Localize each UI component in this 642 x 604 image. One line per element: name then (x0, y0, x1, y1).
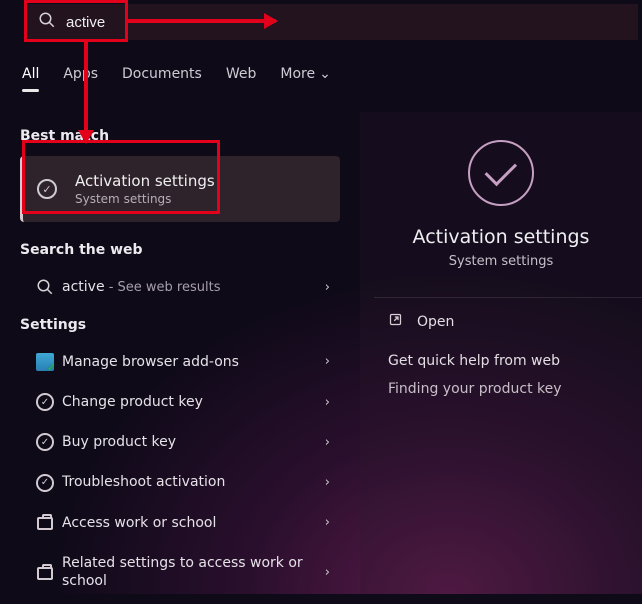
open-label: Open (417, 314, 454, 330)
settings-item[interactable]: Related settings to access work or schoo… (20, 546, 340, 598)
settings-item-label: Change product key (62, 393, 325, 411)
search-input[interactable] (66, 14, 638, 31)
help-header: Get quick help from web (360, 345, 642, 381)
details-panel: Activation settings System settings Open… (360, 112, 642, 594)
chevron-right-icon: › (325, 435, 330, 450)
tab-web[interactable]: Web (226, 66, 257, 92)
open-action[interactable]: Open (360, 298, 642, 345)
check-circle-large-icon (468, 140, 534, 206)
chevron-down-icon: ⌄ (319, 66, 331, 82)
filter-tabs: All Apps Documents Web More⌄ (22, 66, 642, 92)
settings-item[interactable]: Access work or school› (20, 506, 340, 540)
search-icon (38, 11, 56, 33)
settings-item[interactable]: Manage browser add-ons› (20, 345, 340, 379)
settings-item-label: Access work or school (62, 514, 325, 532)
briefcase-icon (37, 517, 53, 530)
settings-header: Settings (20, 317, 340, 333)
tab-more[interactable]: More⌄ (280, 66, 330, 92)
web-result-row[interactable]: active - See web results › (20, 270, 340, 305)
settings-item-label: Troubleshoot activation (62, 473, 325, 491)
chevron-right-icon: › (325, 395, 330, 410)
chevron-right-icon: › (325, 515, 330, 530)
help-link-product-key[interactable]: Finding your product key (360, 381, 642, 397)
search-web-header: Search the web (20, 242, 340, 258)
best-match-header: Best match (20, 128, 340, 144)
tab-all[interactable]: All (22, 66, 39, 92)
search-bar[interactable] (26, 4, 638, 40)
details-subtitle: System settings (360, 254, 642, 269)
tab-documents[interactable]: Documents (122, 66, 202, 92)
best-match-subtitle: System settings (75, 192, 215, 206)
best-match-result[interactable]: Activation settings System settings (20, 156, 340, 222)
addon-icon (36, 353, 54, 371)
web-result-text: active - See web results (62, 278, 325, 297)
results-column: Best match Activation settings System se… (20, 120, 340, 604)
chevron-right-icon: › (325, 354, 330, 369)
settings-item[interactable]: Buy product key› (20, 425, 340, 459)
chevron-right-icon: › (325, 565, 330, 580)
settings-item-label: Related settings to access work or schoo… (62, 554, 325, 590)
check-circle-icon (36, 433, 54, 451)
check-circle-icon (36, 393, 54, 411)
details-title: Activation settings (360, 226, 642, 248)
settings-item[interactable]: Troubleshoot activation› (20, 465, 340, 499)
settings-item[interactable]: Change product key› (20, 385, 340, 419)
chevron-right-icon: › (325, 280, 330, 295)
check-circle-icon (37, 179, 57, 199)
check-circle-icon (36, 474, 54, 492)
briefcase-icon (37, 567, 53, 580)
chevron-right-icon: › (325, 475, 330, 490)
tab-apps[interactable]: Apps (63, 66, 98, 92)
settings-item-label: Buy product key (62, 433, 325, 451)
settings-item-label: Manage browser add-ons (62, 353, 325, 371)
best-match-title: Activation settings (75, 172, 215, 190)
search-icon (28, 278, 62, 296)
open-icon (388, 312, 403, 331)
